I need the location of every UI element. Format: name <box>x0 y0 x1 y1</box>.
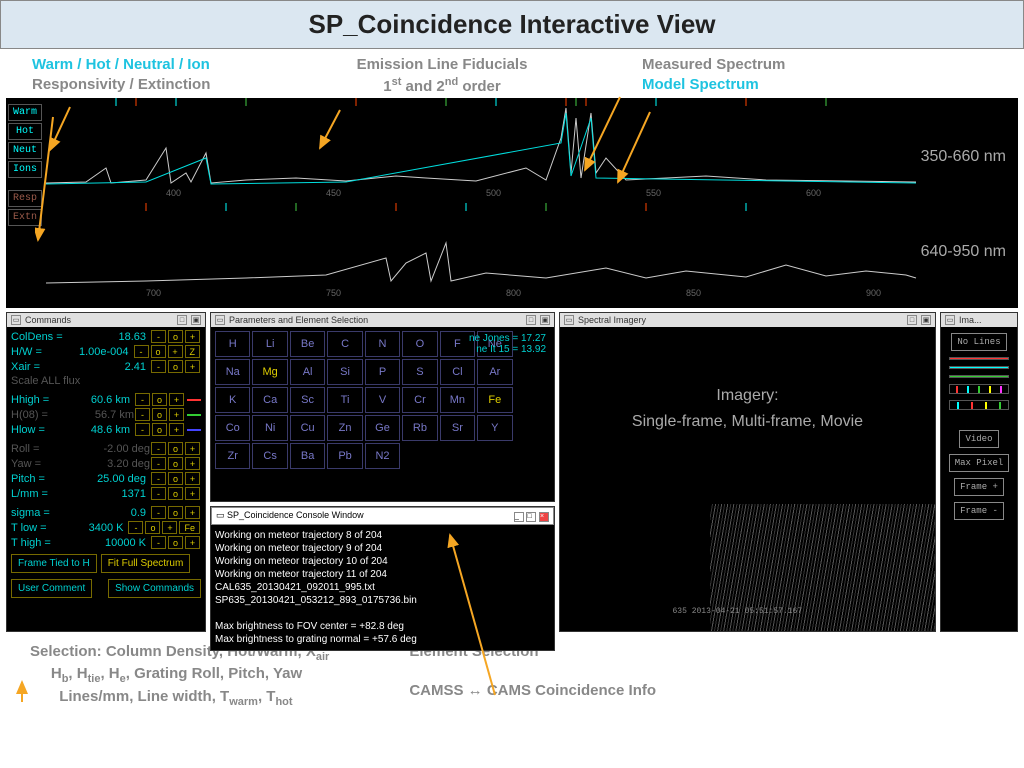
svg-text:400: 400 <box>166 188 181 198</box>
green-line-legend <box>949 375 1009 378</box>
page-title: SP_Coincidence Interactive View <box>9 9 1015 40</box>
element-Sr[interactable]: Sr <box>440 415 475 441</box>
svg-text:700: 700 <box>146 288 161 298</box>
element-Pb[interactable]: Pb <box>327 443 362 469</box>
element-Ni[interactable]: Ni <box>252 415 287 441</box>
commands-header[interactable]: ▭Commands□▣ <box>7 313 205 327</box>
element-Mn[interactable]: Mn <box>440 387 475 413</box>
fe-button[interactable]: Fe <box>179 521 200 534</box>
commands-panel: ▭Commands□▣ ColDens =18.63-o+ H/W =1.00e… <box>6 312 206 632</box>
imagery-description: Imagery: Single-frame, Multi-frame, Movi… <box>560 383 935 434</box>
spectrum-area: Warm Hot Neut Ions Resp Extn 350-660 nm … <box>6 98 1018 308</box>
element-Mg[interactable]: Mg <box>252 359 287 385</box>
element-V[interactable]: V <box>365 387 400 413</box>
svg-text:850: 850 <box>686 288 701 298</box>
console-output: Working on meteor trajectory 8 of 204Wor… <box>211 525 554 650</box>
multi-line-legend-2 <box>949 400 1009 410</box>
annotation-middle: Emission Line Fiducials 1st and 2nd orde… <box>302 55 582 96</box>
parameters-header[interactable]: ▭Parameters and Element Selection□▣ <box>211 313 554 327</box>
spectrum-plot-2: 700 750 800 850 900 <box>46 203 946 298</box>
spectrum-plot-1: 400 450 500 550 600 <box>46 98 946 198</box>
element-N2[interactable]: N2 <box>365 443 400 469</box>
frame-plus-button[interactable]: Frame + <box>954 478 1004 496</box>
frame-minus-button[interactable]: Frame - <box>954 502 1004 520</box>
element-Cr[interactable]: Cr <box>402 387 437 413</box>
cyan-line-legend <box>949 366 1009 369</box>
svg-text:500: 500 <box>486 188 501 198</box>
element-S[interactable]: S <box>402 359 437 385</box>
element-Al[interactable]: Al <box>290 359 325 385</box>
console-header[interactable]: ▭ SP_Coincidence Console Window_ □ × <box>211 507 554 525</box>
element-Fe[interactable]: Fe <box>477 387 512 413</box>
svg-text:550: 550 <box>646 188 661 198</box>
element-Ar[interactable]: Ar <box>477 359 512 385</box>
annotation-left: Warm / Hot / Neutral / Ion Responsivity … <box>32 55 302 94</box>
o-button[interactable]: o <box>168 330 183 343</box>
middle-column: ▭Parameters and Element Selection□▣ HLiB… <box>210 312 555 632</box>
element-Cs[interactable]: Cs <box>252 443 287 469</box>
frame-tied-button[interactable]: Frame Tied to H <box>11 554 97 573</box>
neut-toggle[interactable]: Neut <box>8 142 42 159</box>
annotation-right: Measured Spectrum Model Spectrum <box>642 55 785 94</box>
element-Sc[interactable]: Sc <box>290 387 325 413</box>
element-Zr[interactable]: Zr <box>215 443 250 469</box>
extn-toggle[interactable]: Extn <box>8 209 42 226</box>
imagery-header[interactable]: ▭Spectral Imagery□▣ <box>560 313 935 327</box>
max-pixel-button[interactable]: Max Pixel <box>949 454 1010 472</box>
element-Zn[interactable]: Zn <box>327 415 362 441</box>
panels-row: ▭Commands□▣ ColDens =18.63-o+ H/W =1.00e… <box>6 312 1018 632</box>
header-bar: SP_Coincidence Interactive View <box>0 0 1024 49</box>
no-lines-button[interactable]: No Lines <box>951 333 1006 351</box>
svg-text:600: 600 <box>806 188 821 198</box>
imagery-panel: ▭Spectral Imagery□▣ Imagery: Single-fram… <box>559 312 936 632</box>
element-Si[interactable]: Si <box>327 359 362 385</box>
ne-info: ne Jones = 17.27ne It 15 = 13.92 <box>469 333 546 355</box>
ions-toggle[interactable]: Ions <box>8 161 42 178</box>
multi-line-legend-1 <box>949 384 1009 394</box>
spectrum-toggles-1: Warm Hot Neut Ions <box>8 104 42 178</box>
annotation-element: Element Selection CAMSS ↔ CAMS Coinciden… <box>409 642 656 709</box>
element-Ti[interactable]: Ti <box>327 387 362 413</box>
ima-header[interactable]: ▭Ima... <box>941 313 1017 327</box>
spectrum-toggles-2: Resp Extn <box>8 190 42 226</box>
parameters-panel: ▭Parameters and Element Selection□▣ HLiB… <box>210 312 555 502</box>
annotation-selection: Selection: Column Density, Hot/Warm, Xai… <box>30 642 329 709</box>
element-C[interactable]: C <box>327 331 362 357</box>
resp-toggle[interactable]: Resp <box>8 190 42 207</box>
svg-text:900: 900 <box>866 288 881 298</box>
element-Co[interactable]: Co <box>215 415 250 441</box>
imagery-timestamp: 635 2013-04-21 05:51:57.167 <box>673 607 803 616</box>
user-comment-button[interactable]: User Comment <box>11 579 92 598</box>
element-Na[interactable]: Na <box>215 359 250 385</box>
svg-text:450: 450 <box>326 188 341 198</box>
svg-text:750: 750 <box>326 288 341 298</box>
element-Cl[interactable]: Cl <box>440 359 475 385</box>
red-line-legend <box>949 357 1009 360</box>
fit-spectrum-button[interactable]: Fit Full Spectrum <box>101 554 191 573</box>
top-annotations: Warm / Hot / Neutral / Ion Responsivity … <box>0 49 1024 98</box>
minus-button[interactable]: - <box>151 330 166 343</box>
element-Ba[interactable]: Ba <box>290 443 325 469</box>
z-button[interactable]: Z <box>185 345 201 358</box>
element-Ge[interactable]: Ge <box>365 415 400 441</box>
svg-text:800: 800 <box>506 288 521 298</box>
element-Y[interactable]: Y <box>477 415 512 441</box>
show-commands-button[interactable]: Show Commands <box>108 579 201 598</box>
element-O[interactable]: O <box>402 331 437 357</box>
element-N[interactable]: N <box>365 331 400 357</box>
plus-button[interactable]: + <box>185 330 200 343</box>
warm-toggle[interactable]: Warm <box>8 104 42 121</box>
element-Li[interactable]: Li <box>252 331 287 357</box>
ima-panel: ▭Ima... No Lines Video Max Pixel Frame +… <box>940 312 1018 632</box>
element-Cu[interactable]: Cu <box>290 415 325 441</box>
element-H[interactable]: H <box>215 331 250 357</box>
hot-toggle[interactable]: Hot <box>8 123 42 140</box>
element-Rb[interactable]: Rb <box>402 415 437 441</box>
element-K[interactable]: K <box>215 387 250 413</box>
console-panel: ▭ SP_Coincidence Console Window_ □ × Wor… <box>210 506 555 651</box>
element-P[interactable]: P <box>365 359 400 385</box>
video-button[interactable]: Video <box>959 430 998 448</box>
element-Ca[interactable]: Ca <box>252 387 287 413</box>
element-Be[interactable]: Be <box>290 331 325 357</box>
